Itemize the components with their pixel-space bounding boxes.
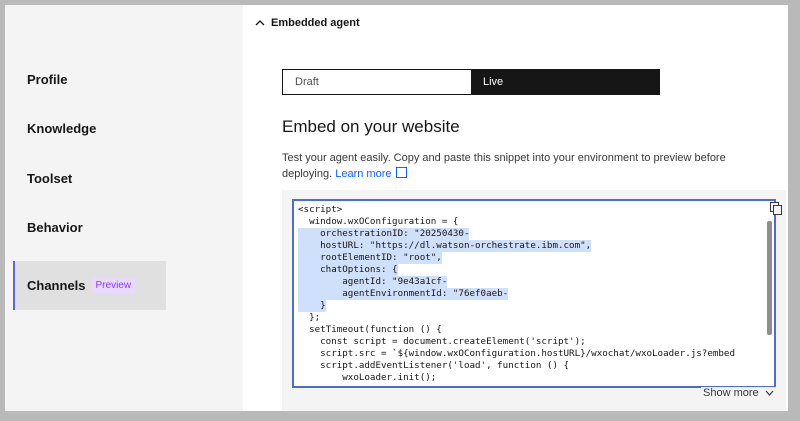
- code-scrollbar[interactable]: [767, 221, 772, 335]
- code-line: wxoLoader.init();: [298, 372, 437, 383]
- code-line: agentEnvironmentId: "76ef0aeb-: [298, 288, 509, 300]
- preview-badge: Preview: [91, 278, 136, 293]
- chevron-down-icon: [765, 388, 774, 398]
- sidebar-item-label: Behavior: [27, 219, 83, 235]
- section-title: Embedded agent: [271, 17, 360, 29]
- sidebar-item-label: Channels: [27, 278, 86, 293]
- show-more-label: Show more: [703, 387, 759, 399]
- sidebar-item-label: Toolset: [27, 170, 73, 186]
- embed-title: Embed on your website: [282, 117, 460, 136]
- embedded-agent-header[interactable]: Embedded agent: [255, 17, 360, 29]
- code-line: };: [298, 312, 321, 323]
- sidebar-item-profile[interactable]: Profile: [13, 56, 166, 102]
- code-line: }: [298, 300, 326, 312]
- code-line: rootElementID: "root",: [298, 252, 442, 264]
- learn-more-link[interactable]: Learn more: [335, 168, 391, 180]
- code-line: <script>: [298, 204, 343, 215]
- sidebar-item-label: Knowledge: [27, 120, 97, 136]
- sidebar-item-channels[interactable]: Channels Preview: [13, 261, 166, 310]
- code-snippet-container: <script> window.wxOConfiguration = { orc…: [282, 190, 786, 411]
- toggle-live[interactable]: Live: [471, 70, 659, 94]
- sidebar-item-behavior[interactable]: Behavior: [13, 204, 166, 250]
- toggle-draft[interactable]: Draft: [283, 70, 471, 94]
- chevron-up-icon: [255, 18, 271, 29]
- show-more-button[interactable]: Show more: [701, 387, 776, 399]
- code-line: window.wxOConfiguration = {: [298, 216, 459, 227]
- embed-description: Test your agent easily. Copy and paste t…: [282, 151, 762, 182]
- app-window: Profile Knowledge Toolset Behavior Chann…: [5, 5, 788, 411]
- code-line: const script = document.createElement('s…: [298, 336, 586, 347]
- code-line: chatOptions: {: [298, 264, 398, 276]
- sidebar-item-label: Profile: [27, 71, 68, 87]
- code-line: orchestrationID: "20250430-: [298, 228, 470, 240]
- code-snippet[interactable]: <script> window.wxOConfiguration = { orc…: [292, 199, 776, 388]
- sidebar-item-knowledge[interactable]: Knowledge: [13, 105, 166, 151]
- environment-toggle[interactable]: Draft Live: [282, 69, 660, 95]
- code-line: hostURL: "https://dl.watson-orchestrate.…: [298, 240, 592, 252]
- copy-icon[interactable]: [770, 202, 782, 215]
- external-link-icon: [396, 167, 408, 178]
- sidebar-item-toolset[interactable]: Toolset: [13, 155, 166, 201]
- code-line: script.src = `${window.wxOConfiguration.…: [298, 348, 735, 359]
- sidebar: Profile Knowledge Toolset Behavior Chann…: [5, 5, 243, 411]
- code-line: setTimeout(function () {: [298, 324, 442, 335]
- code-line: agentId: "9e43a1cf-: [298, 276, 448, 288]
- code-line: script.addEventListener('load', function…: [298, 360, 570, 371]
